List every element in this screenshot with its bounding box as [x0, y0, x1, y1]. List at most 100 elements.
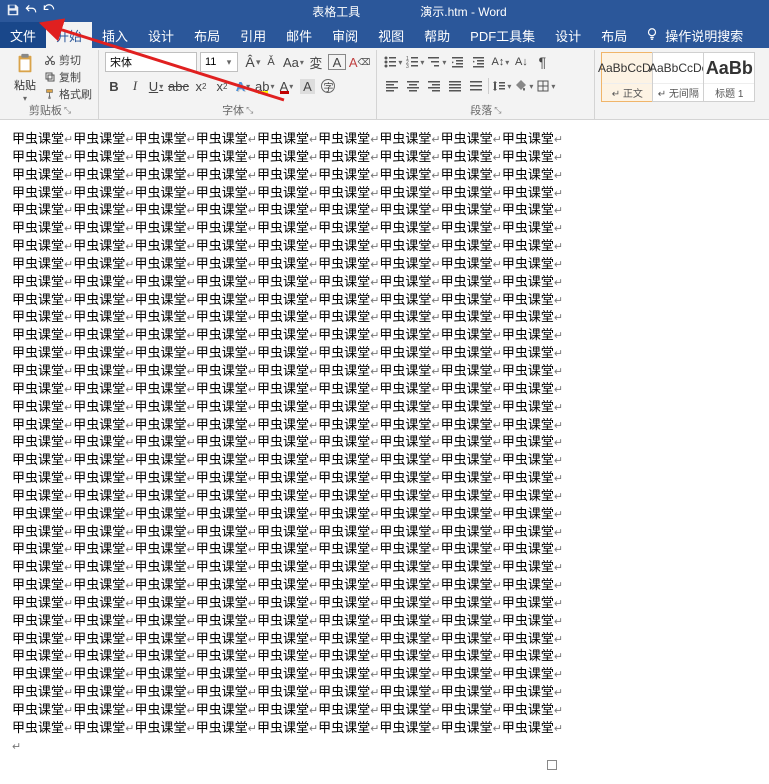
superscript-button[interactable]: x2 — [213, 76, 231, 96]
font-size-combo[interactable]: ▾ — [200, 52, 238, 72]
text-line[interactable]: 甲虫课堂↵甲虫课堂↵甲虫课堂↵甲虫课堂↵甲虫课堂↵甲虫课堂↵甲虫课堂↵甲虫课堂↵… — [12, 237, 757, 255]
text-line[interactable]: 甲虫课堂↵甲虫课堂↵甲虫课堂↵甲虫课堂↵甲虫课堂↵甲虫课堂↵甲虫课堂↵甲虫课堂↵… — [12, 665, 757, 683]
text-line[interactable]: 甲虫课堂↵甲虫课堂↵甲虫课堂↵甲虫课堂↵甲虫课堂↵甲虫课堂↵甲虫课堂↵甲虫课堂↵… — [12, 540, 757, 558]
tab-review[interactable]: 审阅 — [322, 22, 368, 48]
text-effects-button[interactable]: A▾ — [234, 76, 252, 96]
strikethrough-button[interactable]: abc — [168, 76, 189, 96]
italic-button[interactable]: I — [126, 76, 144, 96]
save-icon[interactable] — [6, 3, 20, 20]
increase-indent-button[interactable] — [470, 52, 488, 72]
text-line[interactable]: 甲虫课堂↵甲虫课堂↵甲虫课堂↵甲虫课堂↵甲虫课堂↵甲虫课堂↵甲虫课堂↵甲虫课堂↵… — [12, 487, 757, 505]
bullets-button[interactable]: ▾ — [383, 52, 402, 72]
align-right-button[interactable] — [425, 76, 443, 96]
text-line[interactable]: 甲虫课堂↵甲虫课堂↵甲虫课堂↵甲虫课堂↵甲虫课堂↵甲虫课堂↵甲虫课堂↵甲虫课堂↵… — [12, 433, 757, 451]
text-line[interactable]: 甲虫课堂↵甲虫课堂↵甲虫课堂↵甲虫课堂↵甲虫课堂↵甲虫课堂↵甲虫课堂↵甲虫课堂↵… — [12, 451, 757, 469]
shading-button[interactable]: ▾ — [514, 76, 533, 96]
sort-button[interactable]: A↓ — [512, 52, 530, 72]
text-line[interactable]: 甲虫课堂↵甲虫课堂↵甲虫课堂↵甲虫课堂↵甲虫课堂↵甲虫课堂↵甲虫课堂↵甲虫课堂↵… — [12, 558, 757, 576]
text-line[interactable]: 甲虫课堂↵甲虫课堂↵甲虫课堂↵甲虫课堂↵甲虫课堂↵甲虫课堂↵甲虫课堂↵甲虫课堂↵… — [12, 184, 757, 202]
style-no-spacing[interactable]: AaBbCcDc ↵ 无间隔 — [652, 52, 704, 102]
copy-button[interactable]: 复制 — [44, 69, 92, 85]
style-normal[interactable]: AaBbCcDc ↵ 正文 — [601, 52, 653, 102]
change-case-button[interactable]: Aa▾ — [283, 52, 304, 72]
font-size-input[interactable] — [201, 56, 223, 68]
text-line[interactable]: 甲虫课堂↵甲虫课堂↵甲虫课堂↵甲虫课堂↵甲虫课堂↵甲虫课堂↵甲虫课堂↵甲虫课堂↵… — [12, 166, 757, 184]
text-line[interactable]: 甲虫课堂↵甲虫课堂↵甲虫课堂↵甲虫课堂↵甲虫课堂↵甲虫课堂↵甲虫课堂↵甲虫课堂↵… — [12, 683, 757, 701]
tell-me-search[interactable]: 操作说明搜索 — [645, 22, 743, 48]
char-border-button[interactable]: A — [328, 54, 346, 70]
tab-mailings[interactable]: 邮件 — [276, 22, 322, 48]
text-line[interactable]: 甲虫课堂↵甲虫课堂↵甲虫课堂↵甲虫课堂↵甲虫课堂↵甲虫课堂↵甲虫课堂↵甲虫课堂↵… — [12, 308, 757, 326]
text-line[interactable]: 甲虫课堂↵甲虫课堂↵甲虫课堂↵甲虫课堂↵甲虫课堂↵甲虫课堂↵甲虫课堂↵甲虫课堂↵… — [12, 326, 757, 344]
text-line[interactable]: 甲虫课堂↵甲虫课堂↵甲虫课堂↵甲虫课堂↵甲虫课堂↵甲虫课堂↵甲虫课堂↵甲虫课堂↵… — [12, 201, 757, 219]
titlebar: 表格工具 演示.htm - Word — [0, 0, 769, 22]
text-line[interactable]: 甲虫课堂↵甲虫课堂↵甲虫课堂↵甲虫课堂↵甲虫课堂↵甲虫课堂↵甲虫课堂↵甲虫课堂↵… — [12, 291, 757, 309]
dialog-launcher-icon[interactable]: ⤡ — [64, 105, 71, 116]
enclose-char-button[interactable]: 字 — [319, 76, 337, 96]
text-line[interactable]: 甲虫课堂↵甲虫课堂↵甲虫课堂↵甲虫课堂↵甲虫课堂↵甲虫课堂↵甲虫课堂↵甲虫课堂↵… — [12, 576, 757, 594]
shrink-font-button[interactable]: Ǎ — [262, 52, 280, 72]
text-line[interactable]: 甲虫课堂↵甲虫课堂↵甲虫课堂↵甲虫课堂↵甲虫课堂↵甲虫课堂↵甲虫课堂↵甲虫课堂↵… — [12, 255, 757, 273]
text-line[interactable]: 甲虫课堂↵甲虫课堂↵甲虫课堂↵甲虫课堂↵甲虫课堂↵甲虫课堂↵甲虫课堂↵甲虫课堂↵… — [12, 148, 757, 166]
text-line[interactable]: 甲虫课堂↵甲虫课堂↵甲虫课堂↵甲虫课堂↵甲虫课堂↵甲虫课堂↵甲虫课堂↵甲虫课堂↵… — [12, 594, 757, 612]
text-line[interactable]: 甲虫课堂↵甲虫课堂↵甲虫课堂↵甲虫课堂↵甲虫课堂↵甲虫课堂↵甲虫课堂↵甲虫课堂↵… — [12, 612, 757, 630]
paste-button[interactable]: 粘贴 ▾ — [8, 52, 42, 103]
dialog-launcher-icon[interactable]: ⤡ — [494, 105, 501, 116]
text-line[interactable]: 甲虫课堂↵甲虫课堂↵甲虫课堂↵甲虫课堂↵甲虫课堂↵甲虫课堂↵甲虫课堂↵甲虫课堂↵… — [12, 219, 757, 237]
tab-insert[interactable]: 插入 — [92, 22, 138, 48]
text-line[interactable]: 甲虫课堂↵甲虫课堂↵甲虫课堂↵甲虫课堂↵甲虫课堂↵甲虫课堂↵甲虫课堂↵甲虫课堂↵… — [12, 630, 757, 648]
text-line[interactable]: 甲虫课堂↵甲虫课堂↵甲虫课堂↵甲虫课堂↵甲虫课堂↵甲虫课堂↵甲虫课堂↵甲虫课堂↵… — [12, 130, 757, 148]
style-heading1[interactable]: AaBb 标题 1 — [703, 52, 755, 102]
text-line[interactable]: 甲虫课堂↵甲虫课堂↵甲虫课堂↵甲虫课堂↵甲虫课堂↵甲虫课堂↵甲虫课堂↵甲虫课堂↵… — [12, 505, 757, 523]
text-line[interactable]: 甲虫课堂↵甲虫课堂↵甲虫课堂↵甲虫课堂↵甲虫课堂↵甲虫课堂↵甲虫课堂↵甲虫课堂↵… — [12, 344, 757, 362]
underline-button[interactable]: U▾ — [147, 76, 165, 96]
highlight-button[interactable]: ab▾ — [255, 76, 274, 96]
tab-pdf[interactable]: PDF工具集 — [460, 22, 545, 48]
clear-formatting-button[interactable]: A⌫ — [349, 52, 370, 72]
tab-table-design[interactable]: 设计 — [545, 22, 591, 48]
borders-button[interactable]: ▾ — [536, 76, 555, 96]
text-line[interactable]: 甲虫课堂↵甲虫课堂↵甲虫课堂↵甲虫课堂↵甲虫课堂↵甲虫课堂↵甲虫课堂↵甲虫课堂↵… — [12, 416, 757, 434]
align-justify-button[interactable] — [446, 76, 464, 96]
chevron-down-icon[interactable]: ▾ — [223, 57, 235, 68]
document-area[interactable]: 甲虫课堂↵甲虫课堂↵甲虫课堂↵甲虫课堂↵甲虫课堂↵甲虫课堂↵甲虫课堂↵甲虫课堂↵… — [0, 120, 769, 784]
align-left-button[interactable] — [383, 76, 401, 96]
font-family-combo[interactable]: ▾ — [105, 52, 197, 72]
tab-help[interactable]: 帮助 — [414, 22, 460, 48]
cut-button[interactable]: 剪切 — [44, 52, 92, 68]
tab-layout[interactable]: 布局 — [184, 22, 230, 48]
tab-view[interactable]: 视图 — [368, 22, 414, 48]
format-painter-button[interactable]: 格式刷 — [44, 86, 92, 102]
tab-table-layout[interactable]: 布局 — [591, 22, 637, 48]
text-line[interactable]: 甲虫课堂↵甲虫课堂↵甲虫课堂↵甲虫课堂↵甲虫课堂↵甲虫课堂↵甲虫课堂↵甲虫课堂↵… — [12, 701, 757, 719]
text-line[interactable]: 甲虫课堂↵甲虫课堂↵甲虫课堂↵甲虫课堂↵甲虫课堂↵甲虫课堂↵甲虫课堂↵甲虫课堂↵… — [12, 398, 757, 416]
subscript-button[interactable]: x2 — [192, 76, 210, 96]
bold-button[interactable]: B — [105, 76, 123, 96]
tab-home[interactable]: 开始 — [46, 22, 92, 48]
text-line[interactable]: 甲虫课堂↵甲虫课堂↵甲虫课堂↵甲虫课堂↵甲虫课堂↵甲虫课堂↵甲虫课堂↵甲虫课堂↵… — [12, 380, 757, 398]
tab-file[interactable]: 文件 — [0, 22, 46, 48]
align-center-button[interactable] — [404, 76, 422, 96]
text-line[interactable]: 甲虫课堂↵甲虫课堂↵甲虫课堂↵甲虫课堂↵甲虫课堂↵甲虫课堂↵甲虫课堂↵甲虫课堂↵… — [12, 719, 757, 737]
numbering-button[interactable]: 123▾ — [405, 52, 424, 72]
undo-icon[interactable] — [24, 3, 38, 20]
text-line[interactable]: 甲虫课堂↵甲虫课堂↵甲虫课堂↵甲虫课堂↵甲虫课堂↵甲虫课堂↵甲虫课堂↵甲虫课堂↵… — [12, 647, 757, 665]
asian-layout-button[interactable]: A↕▾ — [491, 52, 509, 72]
grow-font-button[interactable]: Â — [241, 52, 259, 72]
tab-references[interactable]: 引用 — [230, 22, 276, 48]
text-line[interactable]: 甲虫课堂↵甲虫课堂↵甲虫课堂↵甲虫课堂↵甲虫课堂↵甲虫课堂↵甲虫课堂↵甲虫课堂↵… — [12, 273, 757, 291]
decrease-indent-button[interactable] — [449, 52, 467, 72]
text-line[interactable]: 甲虫课堂↵甲虫课堂↵甲虫课堂↵甲虫课堂↵甲虫课堂↵甲虫课堂↵甲虫课堂↵甲虫课堂↵… — [12, 362, 757, 380]
line-spacing-button[interactable]: ▾ — [492, 76, 511, 96]
show-marks-button[interactable]: ¶ — [533, 52, 551, 72]
font-color-button[interactable]: A▾ — [277, 76, 295, 96]
redo-icon[interactable] — [42, 3, 56, 20]
phonetic-guide-button[interactable]: 変 — [307, 52, 325, 72]
char-shading-button[interactable]: A — [298, 76, 316, 96]
multilevel-list-button[interactable]: ▾ — [427, 52, 446, 72]
tab-design[interactable]: 设计 — [138, 22, 184, 48]
text-line[interactable]: 甲虫课堂↵甲虫课堂↵甲虫课堂↵甲虫课堂↵甲虫课堂↵甲虫课堂↵甲虫课堂↵甲虫课堂↵… — [12, 469, 757, 487]
dialog-launcher-icon[interactable]: ⤡ — [246, 105, 253, 116]
text-line[interactable]: 甲虫课堂↵甲虫课堂↵甲虫课堂↵甲虫课堂↵甲虫课堂↵甲虫课堂↵甲虫课堂↵甲虫课堂↵… — [12, 523, 757, 541]
align-distribute-button[interactable] — [467, 76, 485, 96]
